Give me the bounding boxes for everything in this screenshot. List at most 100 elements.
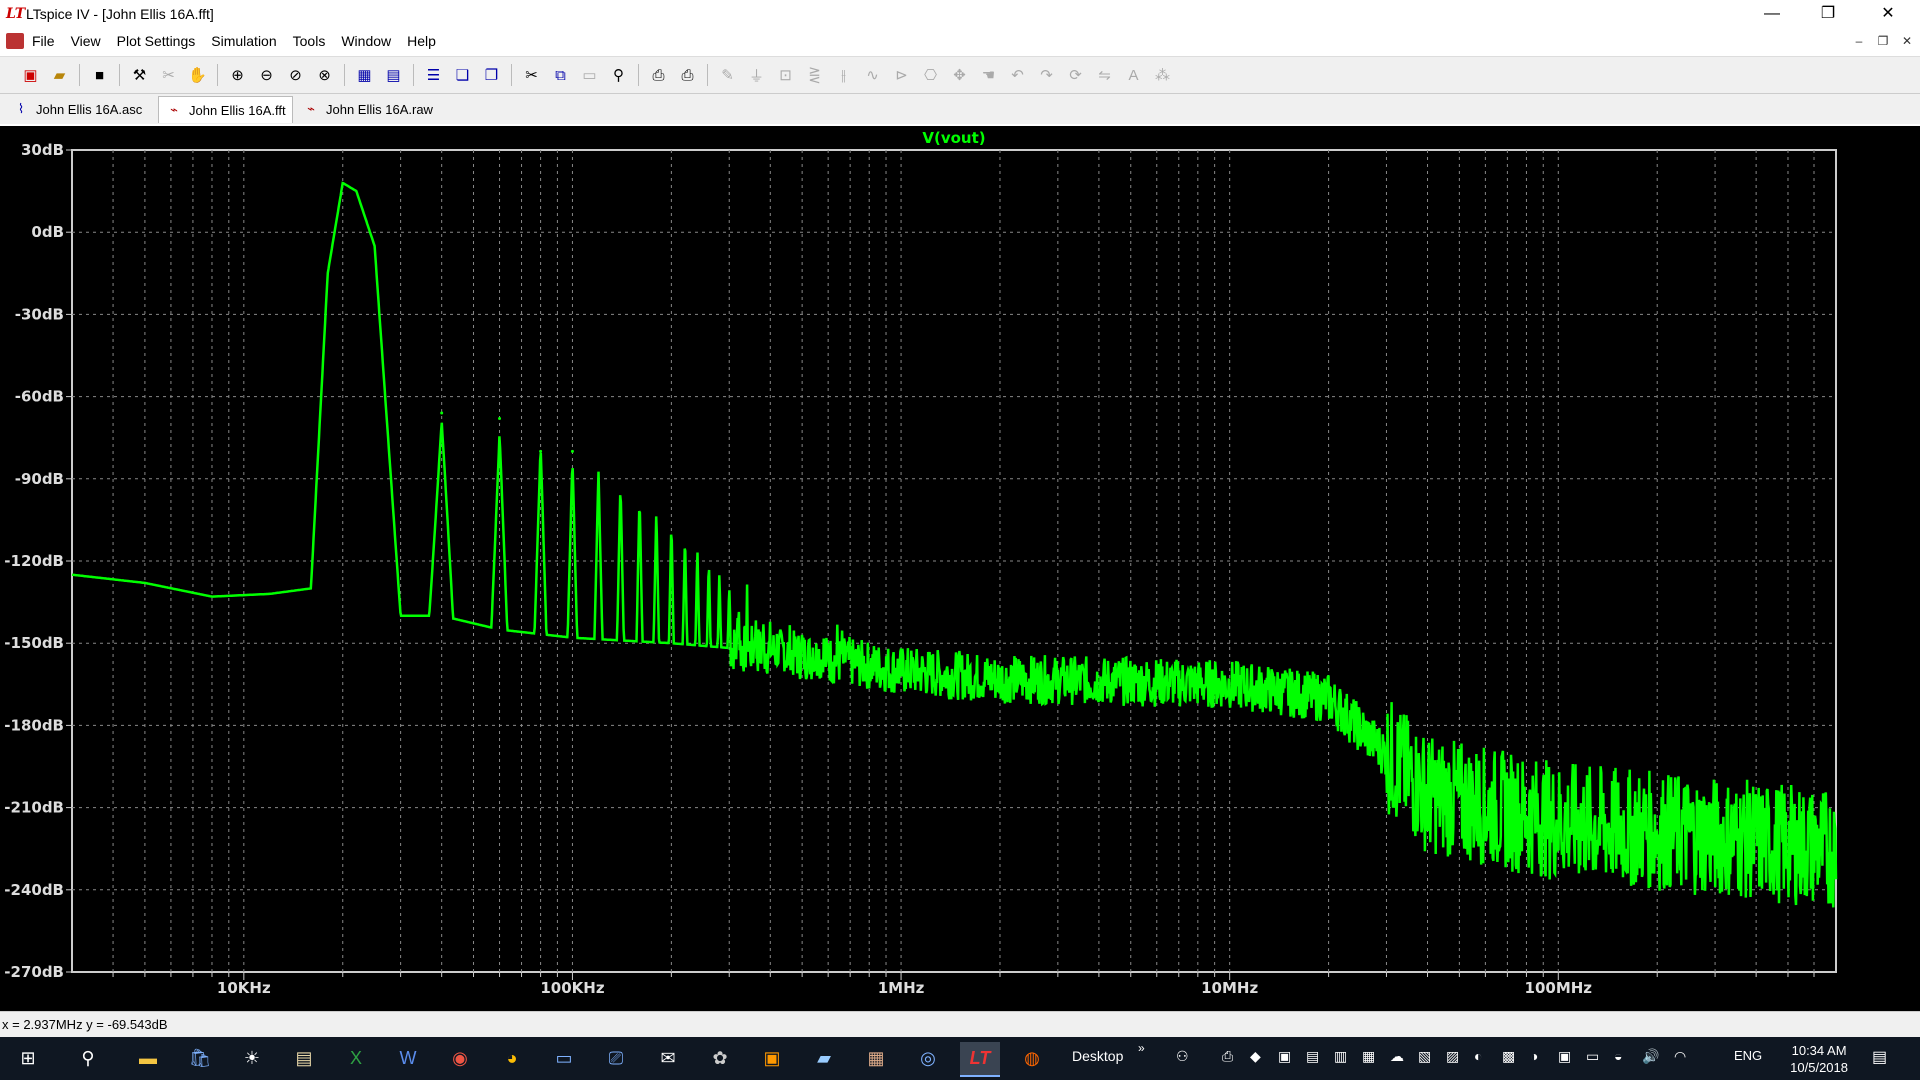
tray-app-icon[interactable]: ◐ [1474, 1048, 1482, 1064]
tray-app-icon[interactable]: ◒ [1614, 1048, 1622, 1064]
pan-icon[interactable]: ✋ [185, 63, 210, 87]
mdi-minimize-button[interactable]: – [1848, 33, 1870, 49]
chevron-icon[interactable]: » [1138, 1041, 1145, 1055]
tab-raw[interactable]: ⌁ John Ellis 16A.raw [296, 96, 439, 122]
diode-icon[interactable]: ⊳ [889, 63, 914, 87]
photo-icon[interactable]: ▣ [752, 1042, 792, 1075]
save-icon[interactable]: ■ [87, 63, 112, 87]
cut-icon[interactable]: ✂ [519, 63, 544, 87]
mail-icon[interactable]: ✉ [648, 1042, 688, 1075]
tray-app-icon[interactable]: ▣ [1278, 1048, 1291, 1065]
tray-app-icon[interactable]: ▧ [1418, 1048, 1431, 1065]
desktop-toolbar-label[interactable]: Desktop [1072, 1048, 1123, 1064]
add-traces-icon[interactable]: ☰ [421, 63, 446, 87]
nvidia-icon[interactable]: ▣ [1558, 1048, 1571, 1065]
printer-icon[interactable]: ⎙ [1222, 1048, 1233, 1065]
find-icon[interactable]: ⚲ [606, 63, 631, 87]
undo-icon[interactable]: ↶ [1005, 63, 1030, 87]
tray-app-icon[interactable]: ◑ [1530, 1048, 1538, 1064]
open-icon[interactable]: ▰ [47, 63, 72, 87]
rotate-icon[interactable]: ⟳ [1063, 63, 1088, 87]
menu-plot-settings[interactable]: Plot Settings [117, 33, 196, 49]
start-icon[interactable]: ⊞ [8, 1042, 48, 1075]
menu-tools[interactable]: Tools [293, 33, 326, 49]
menu-help[interactable]: Help [407, 33, 436, 49]
chrome-icon[interactable]: ◕ [492, 1042, 532, 1075]
add-plot-pane-icon[interactable]: ▤ [381, 63, 406, 87]
print-icon[interactable]: ⎙ [675, 63, 700, 87]
cascade-windows-icon[interactable]: ❐ [479, 63, 504, 87]
monitor-icon[interactable]: ▭ [544, 1042, 584, 1075]
tray-app-icon[interactable]: ▨ [1446, 1048, 1459, 1065]
zoom-back-icon[interactable]: ⊘ [283, 63, 308, 87]
copy-icon[interactable]: ⧉ [548, 63, 573, 87]
file-explorer-icon[interactable]: ▬ [128, 1042, 168, 1075]
word-icon[interactable]: W [388, 1042, 428, 1075]
battery-icon[interactable]: ▭ [1586, 1048, 1599, 1065]
draw-wire-icon[interactable]: ✎ [715, 63, 740, 87]
harmonic-peak-point [498, 417, 502, 421]
paste-icon[interactable]: ▭ [577, 63, 602, 87]
move-icon[interactable]: ✥ [947, 63, 972, 87]
wifi-icon[interactable]: ◠ [1674, 1048, 1686, 1065]
brightness-icon[interactable]: ☀ [232, 1042, 272, 1075]
tab-schematic[interactable]: ⌇ John Ellis 16A.asc [6, 96, 148, 122]
zoom-in-icon[interactable]: ⊕ [225, 63, 250, 87]
tab-fft[interactable]: ⌁ John Ellis 16A.fft [158, 96, 293, 123]
ground-icon[interactable]: ⏚ [744, 63, 769, 87]
tray-app-icon[interactable]: ▥ [1334, 1048, 1347, 1065]
document-icon[interactable] [6, 33, 24, 49]
store-icon[interactable]: 🛍 [180, 1042, 220, 1075]
spice-directive-icon[interactable]: ⁂ [1150, 63, 1175, 87]
browser-icon[interactable]: ◎ [908, 1042, 948, 1075]
excel-icon[interactable]: X [336, 1042, 376, 1075]
tray-app-icon[interactable]: ▦ [1362, 1048, 1375, 1065]
clock[interactable]: 10:34 AM 10/5/2018 [1790, 1042, 1848, 1076]
cut-wire-icon[interactable]: ✂ [156, 63, 181, 87]
tray-app-icon[interactable]: ▤ [1306, 1048, 1319, 1065]
menu-file[interactable]: File [32, 33, 55, 49]
drag-icon[interactable]: ☚ [976, 63, 1001, 87]
mdi-close-button[interactable]: ✕ [1896, 33, 1918, 49]
people-icon[interactable]: ⚇ [1176, 1048, 1189, 1065]
notification-icon[interactable]: ▤ [1872, 1047, 1887, 1067]
control-panel-icon[interactable]: ⚒ [127, 63, 152, 87]
onedrive-icon[interactable]: ☁ [1390, 1048, 1404, 1065]
autorange-icon[interactable]: ▦ [352, 63, 377, 87]
tray-app-icon[interactable]: ▩ [1502, 1048, 1515, 1065]
ltspice-taskbar-icon[interactable]: LT [960, 1042, 1000, 1077]
waveform-plot[interactable]: 30dB 0dB -30dB -60dB -90dB -120dB -150dB -180dB… [0, 126, 1920, 1011]
mdi-restore-button[interactable]: ❐ [1872, 33, 1894, 49]
app-icon[interactable]: ◉ [440, 1042, 480, 1075]
search-icon[interactable]: ⚲ [68, 1042, 108, 1075]
network-icon[interactable]: ⎚ [596, 1042, 636, 1075]
redo-icon[interactable]: ↷ [1034, 63, 1059, 87]
paint-icon[interactable]: ✿ [700, 1042, 740, 1075]
firefox-icon[interactable]: ◍ [1012, 1042, 1052, 1075]
print-setup-icon[interactable]: ⎙ [646, 63, 671, 87]
zoom-fit-icon[interactable]: ⊗ [312, 63, 337, 87]
close-button[interactable]: ✕ [1860, 0, 1916, 30]
menu-simulation[interactable]: Simulation [211, 33, 276, 49]
resistor-icon[interactable]: ⋛ [802, 63, 827, 87]
fft-chart[interactable]: 30dB 0dB -30dB -60dB -90dB -120dB -150dB -180dB… [0, 126, 1920, 1011]
tile-windows-icon[interactable]: ❏ [450, 63, 475, 87]
minimize-button[interactable]: — [1744, 0, 1800, 30]
image-icon[interactable]: ▦ [856, 1042, 896, 1075]
maximize-button[interactable]: ❐ [1800, 0, 1856, 30]
dropbox-icon[interactable]: ◆ [1250, 1048, 1261, 1065]
text-icon[interactable]: A [1121, 63, 1146, 87]
menu-window[interactable]: Window [341, 33, 391, 49]
volume-icon[interactable]: 🔊 [1642, 1048, 1659, 1065]
label-net-icon[interactable]: ⊡ [773, 63, 798, 87]
mirror-icon[interactable]: ⇋ [1092, 63, 1117, 87]
new-schematic-icon[interactable]: ▣ [18, 63, 43, 87]
inductor-icon[interactable]: ∿ [860, 63, 885, 87]
menu-view[interactable]: View [71, 33, 101, 49]
notes-icon[interactable]: ▤ [284, 1042, 324, 1075]
language-indicator[interactable]: ENG [1734, 1048, 1762, 1063]
capacitor-icon[interactable]: ⫲ [831, 63, 856, 87]
tablet-icon[interactable]: ▰ [804, 1042, 844, 1075]
component-icon[interactable]: ⎔ [918, 63, 943, 87]
zoom-out-icon[interactable]: ⊖ [254, 63, 279, 87]
